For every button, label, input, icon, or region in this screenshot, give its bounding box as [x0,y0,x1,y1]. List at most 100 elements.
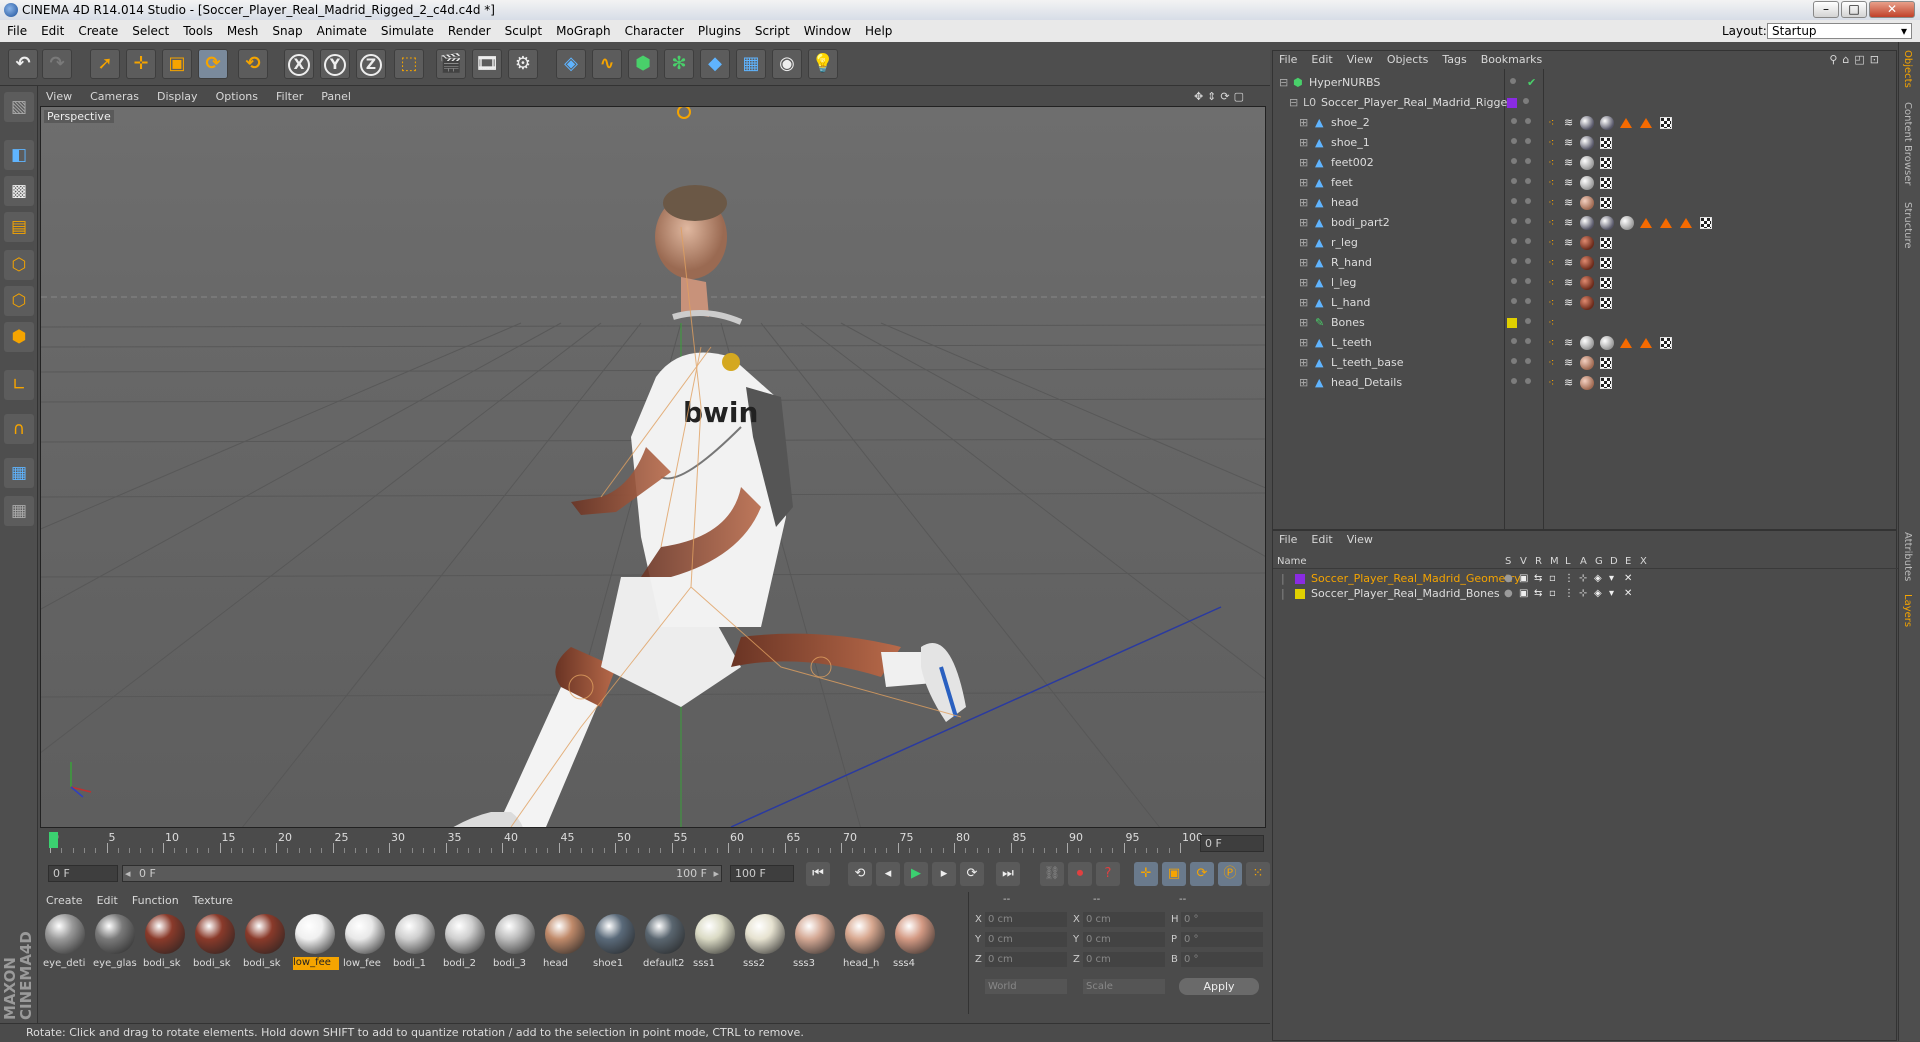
layer-toggle-icon[interactable]: ● [1504,586,1513,601]
editor-visibility-dot[interactable] [1511,178,1517,184]
obj-menu-view[interactable]: View [1341,51,1381,69]
uvw-tag-icon[interactable] [1600,357,1612,369]
obj-menu-objects[interactable]: Objects [1381,51,1437,69]
layer-toggle-icon[interactable]: ⊹ [1579,586,1587,601]
expand-icon[interactable]: ⊞ [1299,113,1308,133]
weight-tag-icon[interactable]: ⁖ [1548,136,1562,150]
obj-menu-tags[interactable]: Tags [1436,51,1474,69]
layer-toggle-icon[interactable]: ▾ [1609,586,1614,601]
layer-toggle-icon[interactable]: ◈ [1594,586,1602,601]
render-visibility-dot[interactable] [1525,278,1531,284]
layer-column-header[interactable]: M [1550,555,1559,569]
layout-select[interactable]: Startup ▾ [1767,23,1912,39]
apply-button[interactable]: Apply [1179,978,1259,995]
obj-menu-file[interactable]: File [1273,51,1305,69]
size-x-field[interactable]: 0 cm [1083,912,1165,927]
object-row[interactable]: ⊞ ▲ L_teeth ≋ ⁖ [1273,333,1898,353]
rot-b-field[interactable]: 0 ° [1181,952,1263,967]
render-visibility-dot[interactable] [1525,338,1531,344]
menu-mograph[interactable]: MoGraph [549,20,618,42]
locked-workplane-icon[interactable]: ▦ [4,496,34,526]
layer-color-swatch[interactable] [1507,98,1517,108]
layer-column-header[interactable]: A [1580,555,1587,569]
layer-toggle-icon[interactable]: ⇆ [1534,586,1542,601]
rotation-key-icon[interactable]: ⟳ [1190,862,1214,886]
editor-visibility-dot[interactable] [1510,78,1516,84]
layer-menu-file[interactable]: File [1273,531,1305,549]
editor-visibility-dot[interactable] [1511,278,1517,284]
editor-visibility-dot[interactable] [1511,298,1517,304]
subdivision-surface-icon[interactable]: ⬢ [628,49,658,79]
pos-y-field[interactable]: 0 cm [985,932,1067,947]
material-swatch[interactable]: shoe1 [592,912,638,972]
texture-tag-icon[interactable] [1620,216,1634,230]
material-swatch[interactable]: bodi_2 [442,912,488,972]
editor-visibility-dot[interactable] [1511,238,1517,244]
object-row[interactable]: ⊞ ▲ l_leg ≋ ⁖ [1273,273,1898,293]
phong-tag-icon[interactable]: ≋ [1564,296,1578,310]
keyframe-link-icon[interactable]: ⛓ [1040,862,1064,886]
menu-edit[interactable]: Edit [34,20,71,42]
layer-color-swatch[interactable] [1295,589,1305,599]
weight-tag-icon[interactable]: ⁖ [1548,216,1562,230]
texture-tag-icon[interactable] [1580,136,1594,150]
menu-tools[interactable]: Tools [176,20,220,42]
model-mode-icon[interactable]: ◧ [4,140,34,170]
rot-h-field[interactable]: 0 ° [1181,912,1263,927]
warning-tag-icon[interactable] [1660,218,1672,228]
deformer-icon[interactable]: ◆ [700,49,730,79]
render-settings-icon[interactable]: ⚙ [508,49,538,79]
soccer-player-model[interactable]: bwin [431,107,966,828]
material-swatch[interactable]: low_fee [342,912,388,972]
layer-row[interactable]: | Soccer_Player_Real_Madrid_Geometry ● ▣ ⇆ ▫ ⋮… [1273,571,1898,586]
go-to-end-icon[interactable]: ⏭ [996,862,1020,886]
tab-attributes[interactable]: Attributes [1902,532,1913,581]
phong-tag-icon[interactable]: ≋ [1564,176,1578,190]
render-to-picture-viewer-icon[interactable]: 🎞 [472,49,502,79]
material-menu-edit[interactable]: Edit [91,892,126,910]
render-visibility-dot[interactable] [1525,358,1531,364]
texture-tag-icon[interactable] [1600,116,1614,130]
render-visibility-dot[interactable] [1525,218,1531,224]
material-swatch[interactable]: eye_glas [92,912,138,972]
redo-icon[interactable]: ↷ [42,49,72,79]
layer-toggle-icon[interactable]: ⋮ [1564,571,1574,586]
texture-tag-icon[interactable] [1600,336,1614,350]
material-swatch[interactable]: low_fee [292,912,339,972]
enabled-check-icon[interactable]: ✔ [1527,73,1536,93]
editor-visibility-dot[interactable] [1511,358,1517,364]
layer-toggle-icon[interactable]: ⋮ [1564,586,1574,601]
object-row[interactable]: ⊞ ▲ r_leg ≋ ⁖ [1273,233,1898,253]
material-swatch[interactable]: bodi_1 [392,912,438,972]
end-frame-field[interactable]: 100 F [730,865,794,882]
layer-toggle-icon[interactable]: ✕ [1624,586,1632,601]
material-swatch[interactable]: sss4 [892,912,938,972]
viewport-menu-panel[interactable]: Panel [315,88,363,106]
warning-tag-icon[interactable] [1640,338,1652,348]
snap-magnet-icon[interactable]: ∩ [4,414,34,444]
loop-icon[interactable]: ⟲ [848,862,872,886]
material-swatch[interactable]: bodi_3 [492,912,538,972]
menu-file[interactable]: File [0,20,34,42]
layer-color-swatch[interactable] [1507,318,1517,328]
recent-tools-icon[interactable]: ⟲ [238,49,268,79]
search-icon[interactable]: ⚲⌂◰⊡ [1823,51,1892,69]
texture-tag-icon[interactable] [1580,376,1594,390]
layer-toggle-icon[interactable]: ● [1504,571,1513,586]
scale-icon[interactable]: ▣ [162,49,192,79]
move-icon[interactable]: ✛ [126,49,156,79]
record-icon[interactable]: ⏺ [1068,862,1092,886]
object-row[interactable]: ⊞ ▲ shoe_2 ≋ ⁖ [1273,113,1898,133]
weight-tag-icon[interactable]: ⁖ [1548,356,1562,370]
phong-tag-icon[interactable]: ≋ [1564,156,1578,170]
menu-plugins[interactable]: Plugins [691,20,748,42]
point-level-key-icon[interactable]: ⁙ [1246,862,1270,886]
layer-column-header[interactable]: R [1535,555,1542,569]
warning-tag-icon[interactable] [1620,118,1632,128]
material-menu-texture[interactable]: Texture [187,892,241,910]
material-menu-create[interactable]: Create [40,892,91,910]
editor-visibility-dot[interactable] [1511,338,1517,344]
object-row[interactable]: ⊞ ▲ feet002 ≋ ⁖ [1273,153,1898,173]
render-visibility-dot[interactable] [1525,178,1531,184]
tab-content-browser[interactable]: Content Browser [1902,102,1913,185]
